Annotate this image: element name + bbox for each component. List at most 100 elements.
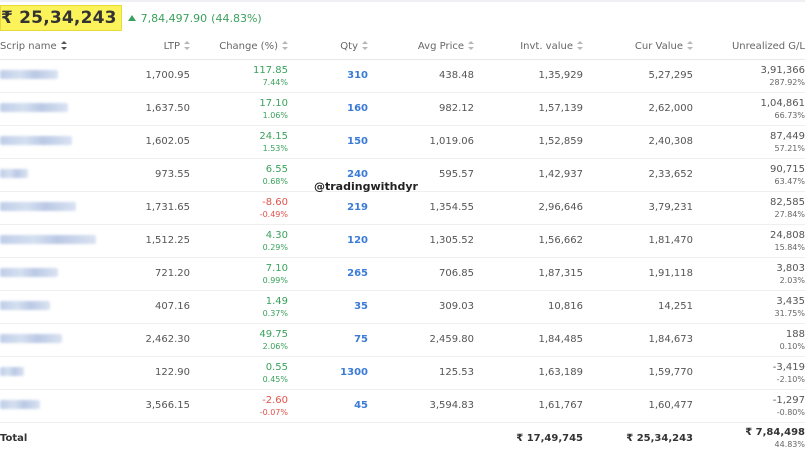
blurred-scrip-name <box>0 333 62 343</box>
blurred-scrip-name <box>0 102 68 112</box>
unrealized-cell: 87,449 57.21% <box>693 125 805 159</box>
scrip-name[interactable] <box>0 92 110 126</box>
ltp-value: 1,637.50 <box>110 92 190 126</box>
cur-value: 1,84,673 <box>583 323 693 357</box>
invt-value: 1,61,767 <box>474 389 583 423</box>
total-invt-value: ₹ 17,49,745 <box>516 432 583 444</box>
top-divider <box>0 0 805 2</box>
unrealized-percent: 287.92% <box>769 77 805 87</box>
change-percent: 2.06% <box>262 341 288 351</box>
unrealized-percent: 2.03% <box>779 275 805 285</box>
unrealized-cell: -3,419 -2.10% <box>693 356 805 390</box>
col-header-cur-value[interactable]: Cur Value <box>583 35 693 60</box>
scrip-name[interactable] <box>0 158 110 192</box>
scrip-name[interactable] <box>0 290 110 324</box>
qty-value[interactable]: 35 <box>298 290 368 324</box>
scrip-name[interactable] <box>0 59 110 93</box>
col-header-avg-price[interactable]: Avg Price <box>368 35 474 60</box>
ltp-value: 2,462.30 <box>110 323 190 357</box>
col-header-invt-value[interactable]: Invt. value <box>474 35 583 60</box>
total-row: Total ₹ 17,49,745 ₹ 25,34,243 ₹ 7,84,498… <box>0 422 805 452</box>
invt-value: 1,63,189 <box>474 356 583 390</box>
avg-price-value: 1,305.52 <box>368 224 474 258</box>
qty-value[interactable]: 75 <box>298 323 368 357</box>
cur-value: 1,91,118 <box>583 257 693 291</box>
avg-price-value: 706.85 <box>368 257 474 291</box>
total-value-highlight: ₹ 25,34,243 <box>0 5 122 31</box>
table-row[interactable]: 721.20 7.10 0.99% 265 706.85 1,87,315 1,91,118… <box>0 257 805 291</box>
sort-icon[interactable] <box>577 41 583 51</box>
cur-value: 2,40,308 <box>583 125 693 159</box>
blurred-scrip-name <box>0 267 58 277</box>
ltp-value: 721.20 <box>110 257 190 291</box>
invt-value: 1,56,662 <box>474 224 583 258</box>
ltp-value: 1,731.65 <box>110 191 190 225</box>
ltp-value: 3,566.15 <box>110 389 190 423</box>
unrealized-percent: -2.10% <box>776 374 805 384</box>
qty-value[interactable]: 150 <box>298 125 368 159</box>
sort-icon[interactable] <box>60 41 67 51</box>
qty-value[interactable]: 219 <box>298 191 368 225</box>
table-row[interactable]: 122.90 0.55 0.45% 1300 125.53 1,63,189 1,59,77… <box>0 356 805 390</box>
unrealized-value: 3,91,366 <box>760 64 805 76</box>
table-row[interactable]: 3,566.15 -2.60 -0.07% 45 3,594.83 1,61,767 1,6… <box>0 389 805 423</box>
change-cell: -8.60 -0.49% <box>190 191 298 225</box>
ltp-value: 1,700.95 <box>110 59 190 93</box>
table-row[interactable]: 1,731.65 -8.60 -0.49% 219 1,354.55 2,96,646 3,… <box>0 191 805 225</box>
qty-value[interactable]: 120 <box>298 224 368 258</box>
table-row[interactable]: 2,462.30 49.75 2.06% 75 2,459.80 1,84,485 1,84… <box>0 323 805 357</box>
pnl-percent: (44.83%) <box>211 11 262 25</box>
qty-value[interactable]: 1300 <box>298 356 368 390</box>
invt-value: 1,84,485 <box>474 323 583 357</box>
table-row[interactable]: 1,602.05 24.15 1.53% 150 1,019.06 1,52,859 2,4… <box>0 125 805 159</box>
blurred-scrip-name <box>0 366 24 376</box>
scrip-name[interactable] <box>0 389 110 423</box>
col-header-qty[interactable]: Qty <box>298 35 368 60</box>
invt-value: 1,87,315 <box>474 257 583 291</box>
table-row[interactable]: 407.16 1.49 0.37% 35 309.03 10,816 14,251 3,435… <box>0 290 805 324</box>
scrip-name[interactable] <box>0 125 110 159</box>
scrip-name[interactable] <box>0 323 110 357</box>
sort-icon[interactable] <box>687 41 693 51</box>
blurred-scrip-name <box>0 168 28 178</box>
table-row[interactable]: 1,700.95 117.85 7.44% 310 438.48 1,35,929 5,27… <box>0 59 805 93</box>
avg-price-value: 3,594.83 <box>368 389 474 423</box>
change-cell: 1.49 0.37% <box>190 290 298 324</box>
cur-value: 5,27,295 <box>583 59 693 93</box>
change-percent: 0.37% <box>262 308 288 318</box>
unrealized-percent: 66.73% <box>774 110 805 120</box>
col-header-change[interactable]: Change (%) <box>190 35 298 60</box>
change-percent: -0.07% <box>259 407 288 417</box>
scrip-name[interactable] <box>0 191 110 225</box>
qty-value[interactable]: 265 <box>298 257 368 291</box>
unrealized-cell: 1,04,861 66.73% <box>693 92 805 126</box>
sort-icon[interactable] <box>362 41 368 51</box>
holdings-table: Scrip name LTP Change (%) Qty Avg Price … <box>0 35 805 452</box>
unrealized-value: -1,297 <box>772 394 805 406</box>
sort-icon[interactable] <box>184 41 190 51</box>
cur-value: 1,59,770 <box>583 356 693 390</box>
sort-icon[interactable] <box>282 41 288 51</box>
unrealized-percent: -0.80% <box>776 407 805 417</box>
col-header-ltp[interactable]: LTP <box>110 35 190 60</box>
holdings-body: 1,700.95 117.85 7.44% 310 438.48 1,35,929 5,27… <box>0 59 805 423</box>
total-cur-value: ₹ 25,34,243 <box>626 432 693 444</box>
qty-value[interactable]: 160 <box>298 92 368 126</box>
change-value: 6.55 <box>265 163 288 175</box>
unrealized-value: 90,715 <box>770 163 805 175</box>
qty-value[interactable]: 45 <box>298 389 368 423</box>
unrealized-percent: 27.84% <box>774 209 805 219</box>
qty-value[interactable]: 310 <box>298 59 368 93</box>
scrip-name[interactable] <box>0 224 110 258</box>
sort-icon[interactable] <box>468 41 474 51</box>
change-cell: -2.60 -0.07% <box>190 389 298 423</box>
change-value: -2.60 <box>262 394 288 406</box>
table-row[interactable]: 1,637.50 17.10 1.06% 160 982.12 1,57,139 2,62,… <box>0 92 805 126</box>
portfolio-summary: ₹ 25,34,243 7,84,497.90 (44.83%) <box>0 4 262 32</box>
unrealized-cell: 3,91,366 287.92% <box>693 59 805 93</box>
scrip-name[interactable] <box>0 257 110 291</box>
scrip-name[interactable] <box>0 356 110 390</box>
table-row[interactable]: 1,512.25 4.30 0.29% 120 1,305.52 1,56,662 1,81… <box>0 224 805 258</box>
col-header-scrip[interactable]: Scrip name <box>0 35 110 60</box>
col-header-unrealized[interactable]: Unrealized G/L <box>693 35 805 60</box>
